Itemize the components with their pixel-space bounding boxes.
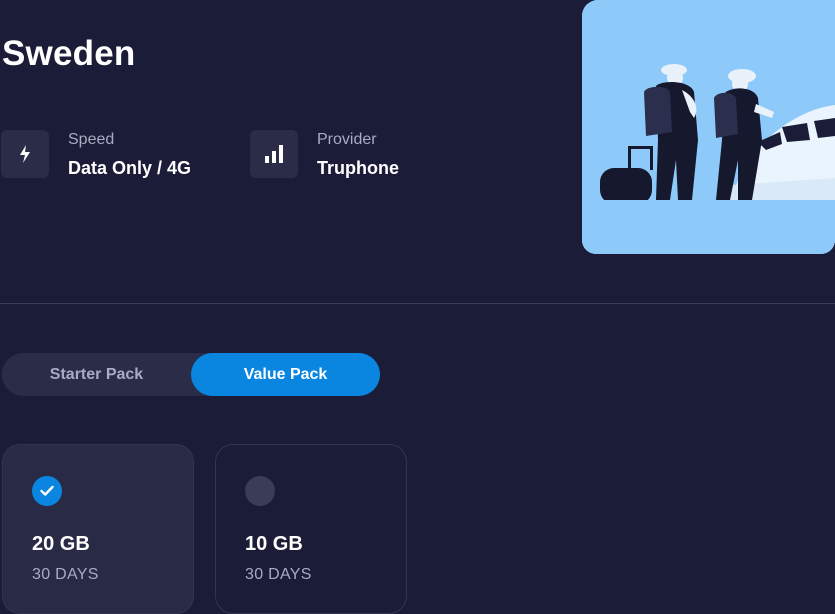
section-divider <box>0 303 835 304</box>
plan-data-amount: 10 GB <box>245 533 303 555</box>
radio-unchecked-icon[interactable] <box>245 476 275 506</box>
plan-card-10gb[interactable]: 10 GB 30 DAYS <box>215 444 407 614</box>
lightning-icon <box>1 130 49 178</box>
tab-starter-pack[interactable]: Starter Pack <box>2 353 191 396</box>
plan-duration: 30 DAYS <box>32 566 99 583</box>
provider-label: Provider <box>317 131 377 148</box>
tab-value-pack[interactable]: Value Pack <box>191 353 380 396</box>
plan-data-amount: 20 GB <box>32 533 90 555</box>
signal-bars-icon <box>250 130 298 178</box>
radio-checked-icon[interactable] <box>32 476 62 506</box>
hero-illustration <box>582 0 835 254</box>
provider-info: Provider Truphone <box>250 130 399 178</box>
pack-tabs: Starter Pack Value Pack <box>2 353 380 396</box>
provider-value: Truphone <box>317 158 399 178</box>
page-title: Sweden <box>2 34 136 73</box>
speed-label: Speed <box>68 131 115 148</box>
plan-card-20gb[interactable]: 20 GB 30 DAYS <box>2 444 194 614</box>
plan-duration: 30 DAYS <box>245 566 312 583</box>
speed-value: Data Only / 4G <box>68 158 192 178</box>
speed-info: Speed Data Only / 4G <box>1 130 191 178</box>
